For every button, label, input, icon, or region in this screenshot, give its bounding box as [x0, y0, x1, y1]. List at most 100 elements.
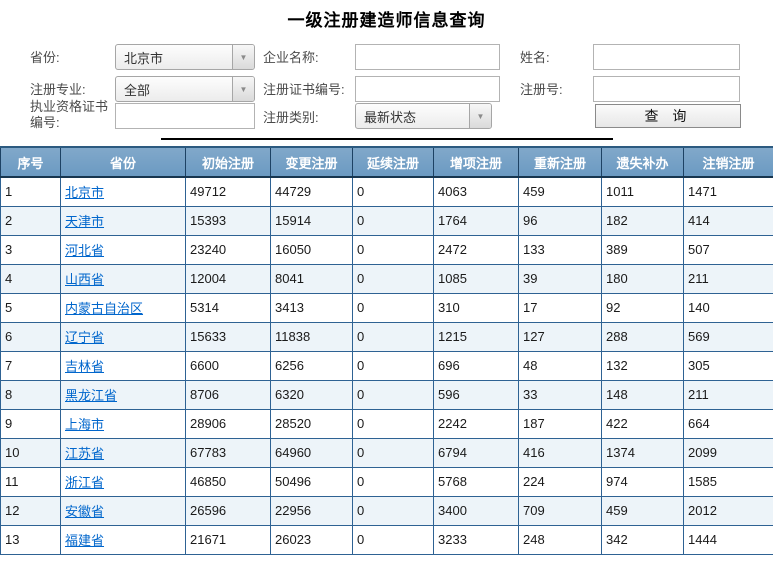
province-link[interactable]: 江苏省: [65, 446, 104, 461]
reg-type-select-value: 最新状态: [356, 107, 469, 126]
value-cell: 3413: [271, 293, 353, 322]
province-select-value: 北京市: [116, 48, 232, 67]
value-cell: 696: [434, 351, 519, 380]
province-cell: 内蒙古自治区: [61, 293, 186, 322]
reg-type-select[interactable]: 最新状态 ▼: [355, 103, 492, 129]
table-row: 2天津市15393159140176496182414: [1, 206, 773, 235]
province-link[interactable]: 浙江省: [65, 475, 104, 490]
value-cell: 8041: [271, 264, 353, 293]
column-header: 延续注册: [353, 147, 434, 177]
value-cell: 148: [602, 380, 684, 409]
results-table: 序号省份初始注册变更注册延续注册增项注册重新注册遗失补办注销注册 1北京市497…: [0, 146, 773, 555]
value-cell: 0: [353, 380, 434, 409]
cert-no-input[interactable]: [355, 76, 500, 102]
table-row: 9上海市289062852002242187422664: [1, 409, 773, 438]
major-select[interactable]: 全部 ▼: [115, 76, 255, 102]
column-header: 增项注册: [434, 147, 519, 177]
search-button[interactable]: 查 询: [595, 104, 741, 128]
value-cell: 6600: [186, 351, 271, 380]
value-cell: 459: [519, 177, 602, 206]
value-cell: 0: [353, 409, 434, 438]
value-cell: 0: [353, 438, 434, 467]
row-index-cell: 10: [1, 438, 61, 467]
value-cell: 1215: [434, 322, 519, 351]
province-link[interactable]: 内蒙古自治区: [65, 301, 143, 316]
qual-cert-no-input[interactable]: [115, 103, 255, 129]
value-cell: 4063: [434, 177, 519, 206]
value-cell: 180: [602, 264, 684, 293]
value-cell: 28520: [271, 409, 353, 438]
value-cell: 305: [684, 351, 773, 380]
value-cell: 211: [684, 380, 773, 409]
value-cell: 0: [353, 235, 434, 264]
province-link[interactable]: 河北省: [65, 243, 104, 258]
value-cell: 1374: [602, 438, 684, 467]
province-cell: 浙江省: [61, 467, 186, 496]
value-cell: 414: [684, 206, 773, 235]
province-link[interactable]: 天津市: [65, 214, 104, 229]
province-link[interactable]: 山西省: [65, 272, 104, 287]
table-row: 1北京市49712447290406345910111471: [1, 177, 773, 206]
row-index-cell: 2: [1, 206, 61, 235]
province-link[interactable]: 黑龙江省: [65, 388, 117, 403]
province-cell: 山西省: [61, 264, 186, 293]
value-cell: 182: [602, 206, 684, 235]
page-title: 一级注册建造师信息查询: [0, 6, 773, 31]
value-cell: 211: [684, 264, 773, 293]
value-cell: 664: [684, 409, 773, 438]
table-row: 7吉林省66006256069648132305: [1, 351, 773, 380]
province-link[interactable]: 安徽省: [65, 504, 104, 519]
major-select-value: 全部: [116, 80, 232, 99]
province-link[interactable]: 辽宁省: [65, 330, 104, 345]
province-link[interactable]: 上海市: [65, 417, 104, 432]
value-cell: 15914: [271, 206, 353, 235]
column-header: 省份: [61, 147, 186, 177]
province-cell: 黑龙江省: [61, 380, 186, 409]
province-link[interactable]: 北京市: [65, 185, 104, 200]
province-cell: 天津市: [61, 206, 186, 235]
province-cell: 安徽省: [61, 496, 186, 525]
value-cell: 26023: [271, 525, 353, 554]
value-cell: 310: [434, 293, 519, 322]
table-row: 4山西省1200480410108539180211: [1, 264, 773, 293]
value-cell: 0: [353, 206, 434, 235]
row-index-cell: 3: [1, 235, 61, 264]
name-input[interactable]: [593, 44, 740, 70]
company-input[interactable]: [355, 44, 500, 70]
value-cell: 127: [519, 322, 602, 351]
value-cell: 342: [602, 525, 684, 554]
value-cell: 1011: [602, 177, 684, 206]
value-cell: 8706: [186, 380, 271, 409]
value-cell: 22956: [271, 496, 353, 525]
province-link[interactable]: 福建省: [65, 533, 104, 548]
value-cell: 0: [353, 264, 434, 293]
province-link[interactable]: 吉林省: [65, 359, 104, 374]
row-index-cell: 13: [1, 525, 61, 554]
value-cell: 0: [353, 293, 434, 322]
value-cell: 33: [519, 380, 602, 409]
value-cell: 459: [602, 496, 684, 525]
value-cell: 2012: [684, 496, 773, 525]
value-cell: 709: [519, 496, 602, 525]
province-select[interactable]: 北京市 ▼: [115, 44, 255, 70]
value-cell: 17: [519, 293, 602, 322]
province-cell: 北京市: [61, 177, 186, 206]
reg-no-label: 注册号:: [520, 82, 563, 98]
chevron-down-icon: ▼: [232, 77, 254, 101]
value-cell: 11838: [271, 322, 353, 351]
column-header: 变更注册: [271, 147, 353, 177]
row-index-cell: 4: [1, 264, 61, 293]
table-row: 12安徽省2659622956034007094592012: [1, 496, 773, 525]
value-cell: 1471: [684, 177, 773, 206]
value-cell: 507: [684, 235, 773, 264]
table-row: 6辽宁省156331183801215127288569: [1, 322, 773, 351]
chevron-down-icon: ▼: [469, 104, 491, 128]
reg-no-input[interactable]: [593, 76, 740, 102]
province-cell: 辽宁省: [61, 322, 186, 351]
value-cell: 389: [602, 235, 684, 264]
value-cell: 67783: [186, 438, 271, 467]
row-index-cell: 11: [1, 467, 61, 496]
value-cell: 974: [602, 467, 684, 496]
major-label: 注册专业:: [30, 82, 86, 98]
province-cell: 江苏省: [61, 438, 186, 467]
